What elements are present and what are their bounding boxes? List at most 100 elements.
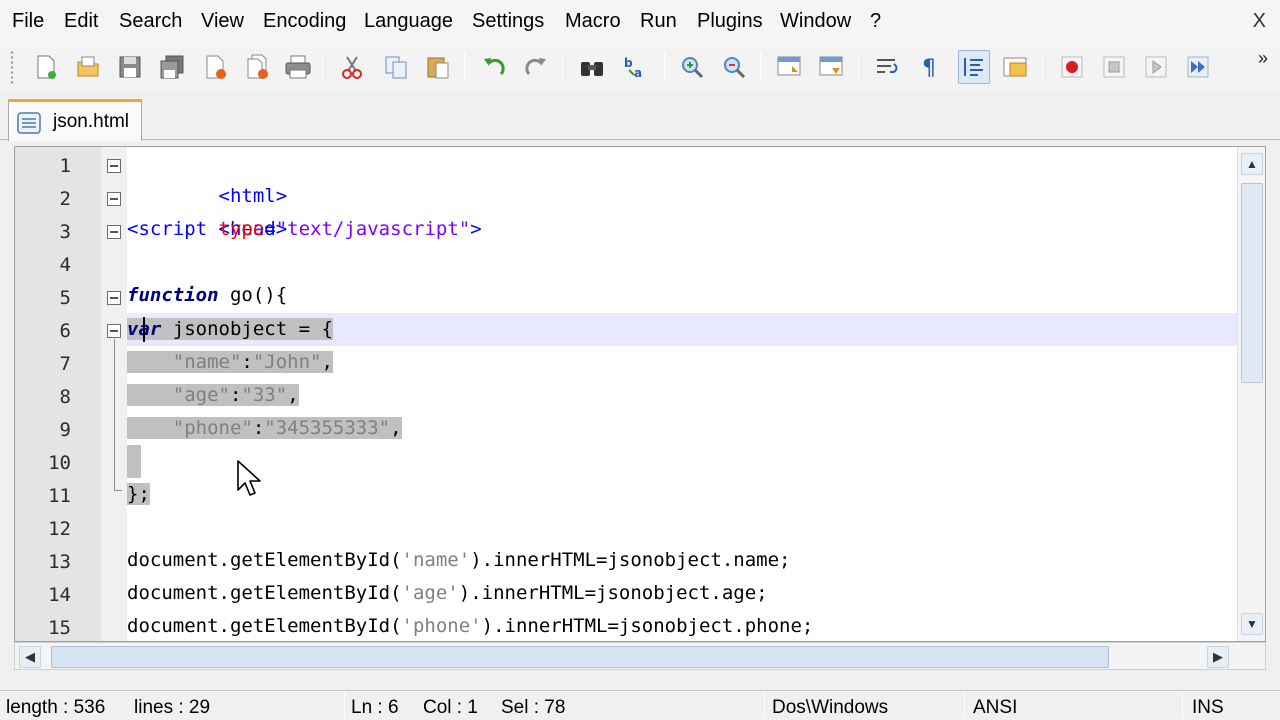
line-number: 12: [48, 518, 71, 540]
horizontal-scrollbar[interactable]: ◀ ▶: [14, 642, 1266, 670]
code-line-5: function go(){: [127, 279, 1237, 312]
editor-pane[interactable]: 1 2 3 4 5 6 7 8 9 10 11 12 13 14 15 <htm…: [14, 146, 1266, 642]
scroll-left-icon[interactable]: ◀: [19, 646, 41, 668]
code-line-1: <html>: [127, 147, 1237, 207]
menu-settings[interactable]: Settings: [472, 10, 544, 33]
menu-edit[interactable]: Edit: [64, 10, 98, 33]
fold-toggle-icon[interactable]: [107, 192, 121, 206]
cut-icon[interactable]: [336, 50, 368, 84]
line-number: 11: [48, 485, 71, 507]
menu-file[interactable]: File: [12, 10, 44, 33]
find-icon[interactable]: [576, 50, 608, 84]
code-line-3: <script type="text/javascript">: [127, 213, 1237, 246]
code-text: ).innerHTML=jsonobject.phone;: [481, 615, 814, 637]
line-number: 6: [59, 320, 71, 342]
paste-icon[interactable]: [422, 50, 454, 84]
stop-record-icon[interactable]: [1098, 50, 1130, 84]
vertical-scroll-thumb[interactable]: [1241, 183, 1263, 383]
close-all-icon[interactable]: [242, 50, 274, 84]
vertical-scrollbar[interactable]: ▲ ▼: [1237, 147, 1265, 641]
scroll-up-icon[interactable]: ▲: [1241, 153, 1263, 175]
status-divider: [764, 693, 765, 719]
line-number: 14: [48, 584, 71, 606]
scroll-down-icon[interactable]: ▼: [1241, 613, 1263, 635]
status-length: length : 536: [6, 697, 106, 718]
close-icon[interactable]: [200, 50, 232, 84]
tab-label: json.html: [53, 111, 130, 132]
svg-text:b: b: [624, 56, 633, 70]
tab-json-html[interactable]: json.html: [8, 99, 142, 141]
menu-encoding[interactable]: Encoding: [263, 10, 346, 33]
menu-search[interactable]: Search: [119, 10, 182, 33]
fold-toggle-icon[interactable]: [107, 225, 121, 239]
toolbar-grip[interactable]: [10, 50, 14, 84]
toolbar-overflow-button[interactable]: »: [1258, 48, 1268, 69]
save-icon[interactable]: [114, 50, 146, 84]
run-macro-multiple-icon[interactable]: [1182, 50, 1214, 84]
zoom-in-icon[interactable]: [676, 50, 708, 84]
line-number: 1: [59, 155, 71, 177]
menu-macro[interactable]: Macro: [565, 10, 621, 33]
menu-help[interactable]: ?: [870, 10, 881, 33]
show-all-chars-icon[interactable]: ¶: [914, 50, 946, 84]
record-macro-icon[interactable]: [1056, 50, 1088, 84]
toolbar-separator: [562, 52, 563, 82]
menu-run[interactable]: Run: [640, 10, 677, 33]
sync-vertical-icon[interactable]: [774, 50, 806, 84]
code-text: :: [229, 384, 242, 406]
attribute-value: "text/javascript": [275, 218, 471, 240]
replace-icon[interactable]: ba: [620, 50, 652, 84]
fold-toggle-icon[interactable]: [107, 324, 121, 338]
code-text: ).innerHTML=jsonobject.age;: [458, 582, 768, 604]
menu-window[interactable]: Window: [780, 10, 851, 33]
copy-icon[interactable]: [380, 50, 412, 84]
code-text: ,: [287, 384, 299, 406]
line-number: 3: [59, 221, 71, 243]
json-value: "33": [241, 384, 288, 406]
playback-icon[interactable]: [1140, 50, 1172, 84]
scroll-right-icon[interactable]: ▶: [1207, 646, 1229, 668]
status-insert-mode[interactable]: INS: [1192, 697, 1224, 719]
fold-toggle-icon[interactable]: [107, 291, 121, 305]
word-wrap-icon[interactable]: [872, 50, 904, 84]
status-bar: length : 536 lines : 29 Ln : 6 Col : 1 S…: [0, 690, 1280, 720]
fold-toggle-icon[interactable]: [107, 159, 121, 173]
tag-close: >: [470, 218, 482, 240]
user-lang-icon[interactable]: [1000, 50, 1032, 84]
code-text: ,: [390, 417, 402, 439]
menu-view[interactable]: View: [201, 10, 244, 33]
print-icon[interactable]: [282, 50, 314, 84]
script-tag: <script: [127, 218, 219, 240]
svg-text:a: a: [634, 66, 642, 80]
toolbar-separator: [464, 52, 465, 82]
line-number: 7: [59, 353, 71, 375]
horizontal-scroll-thumb[interactable]: [51, 646, 1109, 668]
menu-plugins[interactable]: Plugins: [697, 10, 763, 33]
menu-bar: File Edit Search View Encoding Language …: [0, 0, 1280, 44]
code-text: :: [241, 351, 253, 373]
open-file-icon[interactable]: [72, 50, 104, 84]
status-line: Ln : 6: [351, 697, 399, 718]
redo-icon[interactable]: [520, 50, 552, 84]
status-eol-format[interactable]: Dos\Windows: [772, 697, 888, 719]
close-document-button[interactable]: X: [1253, 10, 1266, 33]
undo-icon[interactable]: [478, 50, 510, 84]
svg-text:¶: ¶: [922, 56, 936, 80]
sync-horizontal-icon[interactable]: [816, 50, 848, 84]
fold-guide-line: [114, 339, 115, 491]
json-value: "345355333": [264, 417, 391, 439]
code-line-6: var jsonobject = {: [127, 313, 1237, 346]
line-number-gutter: 1 2 3 4 5 6 7 8 9 10 11 12 13 14 15: [15, 147, 101, 641]
string-literal: 'name': [401, 549, 471, 571]
zoom-out-icon[interactable]: [718, 50, 750, 84]
line-number: 9: [59, 419, 71, 441]
save-all-icon[interactable]: [156, 50, 188, 84]
status-encoding[interactable]: ANSI: [973, 697, 1017, 719]
menu-language[interactable]: Language: [364, 10, 453, 33]
code-area[interactable]: <html> <head> <script type="text/javascr…: [127, 147, 1237, 641]
new-file-icon[interactable]: [30, 50, 62, 84]
indent-guide-icon[interactable]: [958, 50, 990, 84]
tab-bar: json.html: [0, 90, 1280, 141]
attribute-name: type: [218, 218, 265, 240]
